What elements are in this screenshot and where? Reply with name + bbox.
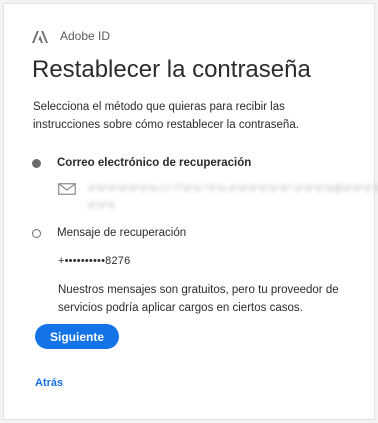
page-title: Restablecer la contraseña <box>32 56 311 83</box>
adobe-logo-icon <box>32 30 48 43</box>
next-button[interactable]: Siguiente <box>35 324 119 349</box>
email-option-radio[interactable] <box>32 159 41 168</box>
description-text: Selecciona el método que quieras para re… <box>33 101 299 131</box>
reset-password-panel: Adobe ID Restablecer la contraseña Selec… <box>3 3 378 420</box>
header: Adobe ID <box>32 28 110 44</box>
charges-note: Nuestros mensajes son gratuitos, pero tu… <box>58 284 339 314</box>
masked-phone-number: +••••••••••8276 <box>58 255 131 267</box>
back-link[interactable]: Atrás <box>35 377 63 389</box>
mail-icon <box>58 182 76 195</box>
sms-option-radio[interactable] <box>32 229 41 238</box>
masked-email-line1: a*a*a*a*a*a*a-c7-f*a*a-*4*a-a*a*a*a*a*a*… <box>88 183 378 194</box>
masked-email-line2: a*a*a <box>88 200 115 211</box>
sms-option-label[interactable]: Mensaje de recuperación <box>57 227 186 239</box>
email-option-label[interactable]: Correo electrónico de recuperación <box>57 157 251 169</box>
brand-label: Adobe ID <box>60 29 111 43</box>
